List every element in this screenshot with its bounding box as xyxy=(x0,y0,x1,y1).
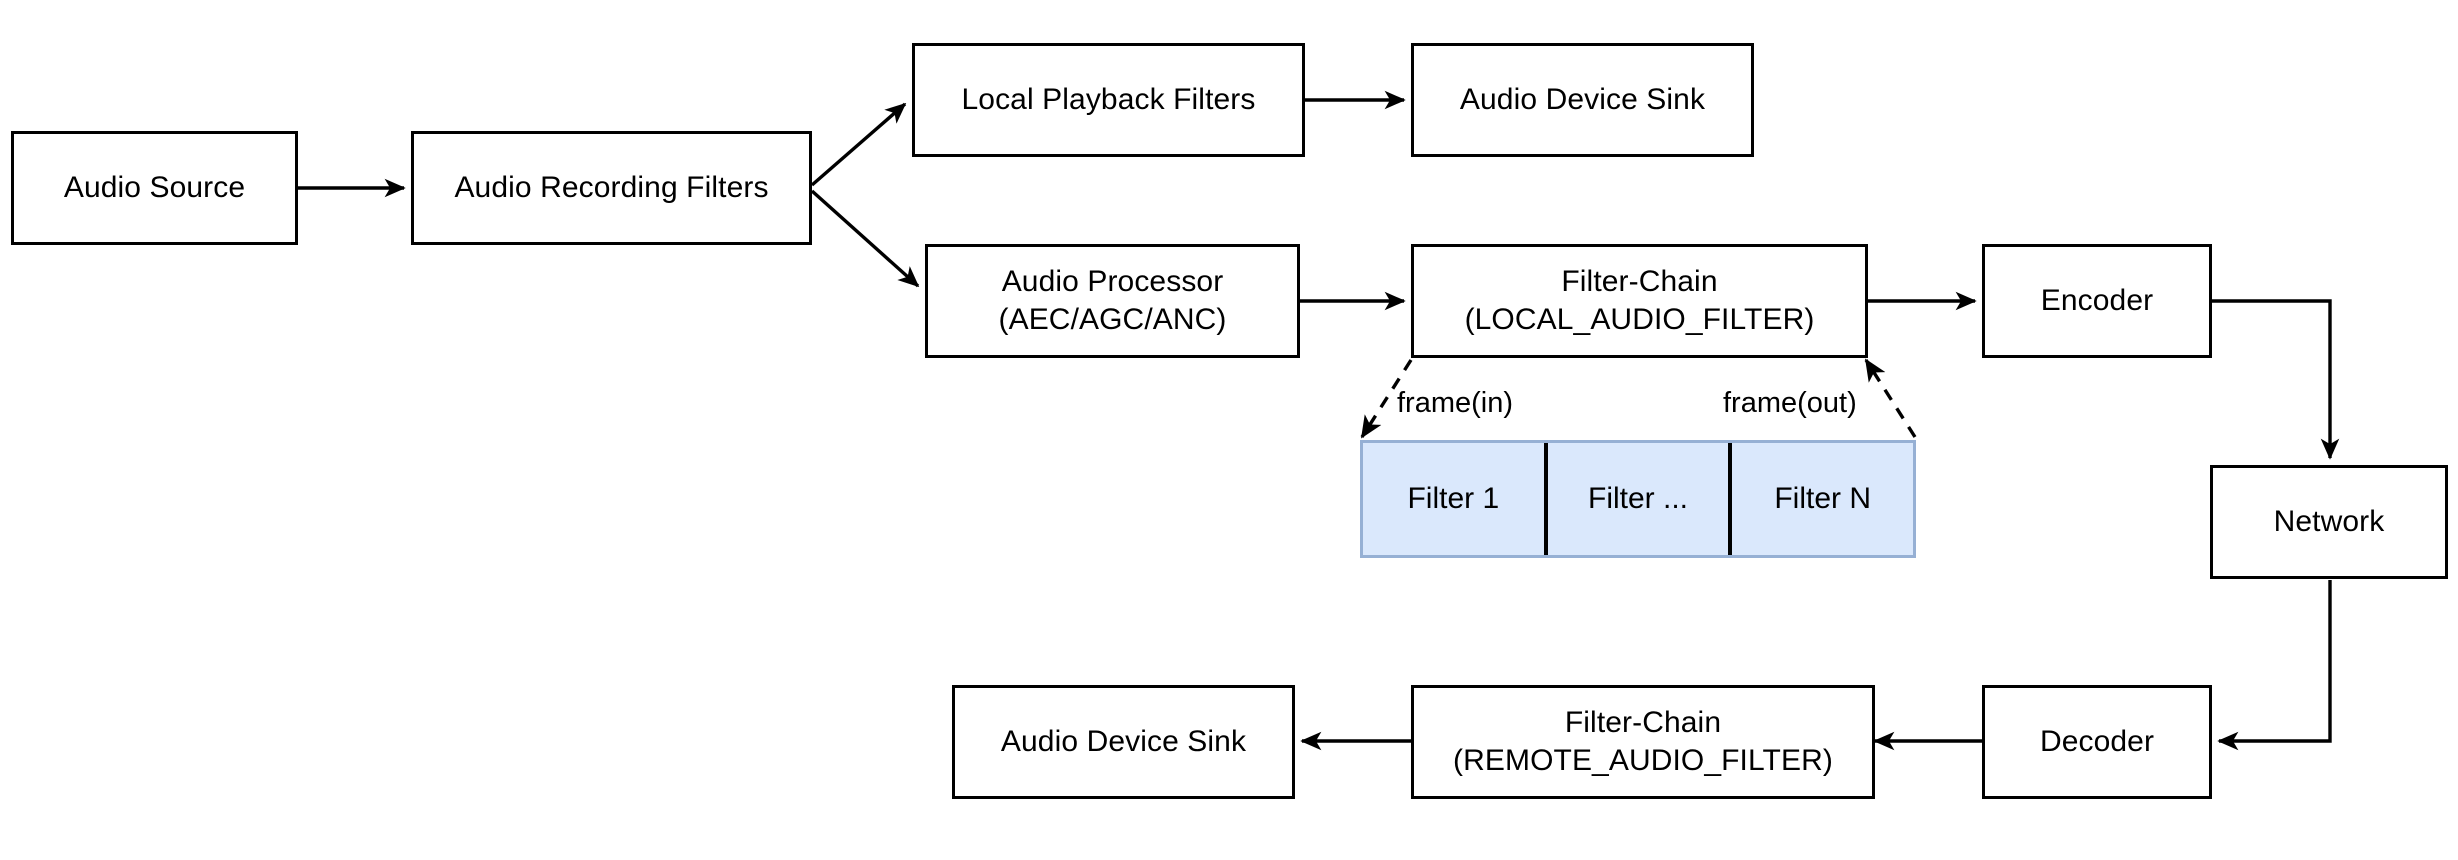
node-label: Audio Device Sink xyxy=(1000,724,1247,758)
node-label: Encoder xyxy=(2040,283,2154,317)
filter-cell-label: Filter ... xyxy=(1588,482,1689,515)
edge-network-to-decoder xyxy=(2217,580,2332,751)
filter-cell-1[interactable]: Filter 1 xyxy=(1363,443,1544,555)
node-label: Local Playback Filters xyxy=(961,82,1256,116)
filter-cell-mid[interactable]: Filter ... xyxy=(1543,443,1729,555)
edge-label-text: frame(out) xyxy=(1723,387,1857,419)
node-label: Audio Device Sink xyxy=(1459,82,1706,116)
diagram-canvas: Audio Source Audio Recording Filters Loc… xyxy=(0,0,2458,860)
filter-chain-strip: Filter 1 Filter ... Filter N xyxy=(1360,440,1916,558)
node-label: Audio Processor (AEC/AGC/ANC) xyxy=(998,264,1227,336)
node-filter-chain-remote[interactable]: Filter-Chain (REMOTE_AUDIO_FILTER) xyxy=(1411,685,1875,799)
node-audio-source[interactable]: Audio Source xyxy=(11,131,298,245)
node-label: Filter-Chain (REMOTE_AUDIO_FILTER) xyxy=(1453,705,1833,777)
edge-recording-to-processor xyxy=(810,189,920,288)
edge-label-frame-out: frame(out) xyxy=(1723,387,1857,420)
edge-frame-out xyxy=(1864,358,1917,438)
node-label: Network xyxy=(2273,504,2385,538)
filter-cell-label: Filter 1 xyxy=(1407,482,1500,515)
edge-recording-to-playback xyxy=(810,102,907,187)
node-audio-processor[interactable]: Audio Processor (AEC/AGC/ANC) xyxy=(925,244,1300,358)
node-label: Filter-Chain (LOCAL_AUDIO_FILTER) xyxy=(1464,264,1815,336)
node-network[interactable]: Network xyxy=(2210,465,2448,579)
node-encoder[interactable]: Encoder xyxy=(1982,244,2212,358)
edge-encoder-to-network xyxy=(2212,299,2340,460)
node-label: Decoder xyxy=(2039,724,2155,758)
filter-cell-n[interactable]: Filter N xyxy=(1728,443,1913,555)
node-audio-device-sink-bottom[interactable]: Audio Device Sink xyxy=(952,685,1295,799)
edge-label-text: frame(in) xyxy=(1397,387,1514,419)
node-decoder[interactable]: Decoder xyxy=(1982,685,2212,799)
node-audio-recording-filters[interactable]: Audio Recording Filters xyxy=(411,131,812,245)
node-label: Audio Source xyxy=(63,170,246,204)
filter-cell-label: Filter N xyxy=(1774,482,1872,515)
node-label: Audio Recording Filters xyxy=(454,170,769,204)
edge-label-frame-in: frame(in) xyxy=(1397,387,1513,420)
node-local-playback-filters[interactable]: Local Playback Filters xyxy=(912,43,1305,157)
node-filter-chain-local[interactable]: Filter-Chain (LOCAL_AUDIO_FILTER) xyxy=(1411,244,1868,358)
node-audio-device-sink-top[interactable]: Audio Device Sink xyxy=(1411,43,1754,157)
